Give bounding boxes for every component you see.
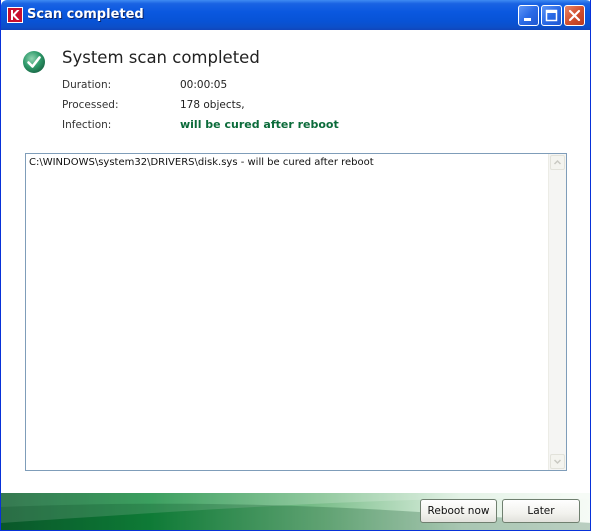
chevron-down-icon [553,459,562,465]
minimize-icon [524,18,531,21]
maximize-button[interactable] [541,5,562,26]
later-button[interactable]: Later [502,499,580,523]
close-button[interactable] [564,5,585,26]
reboot-now-button[interactable]: Reboot now [420,499,497,523]
close-icon [568,9,581,22]
duration-value: 00:00:05 [180,79,228,91]
scan-log-textbox[interactable]: C:\WINDOWS\system32\DRIVERS\disk.sys - w… [25,153,567,471]
maximize-icon [545,9,558,22]
title-bar[interactable]: Scan completed [1,0,590,30]
scan-completed-window: Scan completed System scan completed Dur… [0,0,591,531]
scroll-down-button[interactable] [550,454,565,469]
chevron-up-icon [553,159,562,165]
infection-label: Infection: [62,119,112,131]
vertical-scrollbar[interactable] [548,154,566,470]
infection-value: will be cured after reboot [180,118,339,131]
check-circle-icon [22,50,46,74]
kaspersky-k-icon [7,7,23,23]
processed-value: 178 objects, [180,99,245,111]
duration-label: Duration: [62,79,112,91]
scan-heading: System scan completed [62,48,260,67]
window-title: Scan completed [27,7,144,22]
processed-label: Processed: [62,99,119,111]
scroll-up-button[interactable] [550,155,565,170]
minimize-button[interactable] [518,5,539,26]
log-line: C:\WINDOWS\system32\DRIVERS\disk.sys - w… [29,157,374,168]
